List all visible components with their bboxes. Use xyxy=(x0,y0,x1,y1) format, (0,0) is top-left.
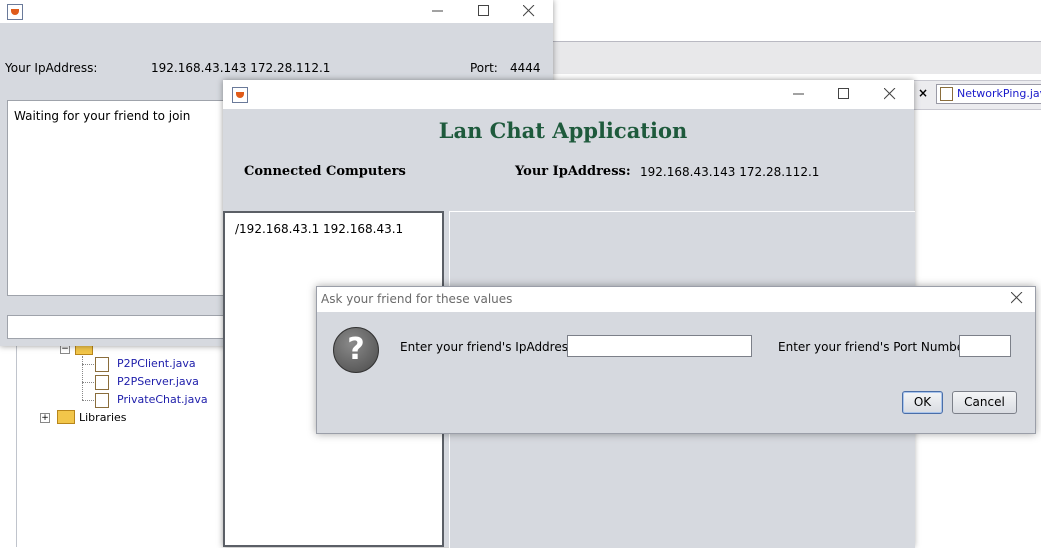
title-bar xyxy=(223,80,914,109)
port-prompt-label: Enter your friend's Port Number: xyxy=(778,340,973,354)
tree-item-p2pserver[interactable]: P2PServer.java xyxy=(117,375,199,388)
question-icon: ? xyxy=(333,327,379,373)
expand-icon[interactable]: + xyxy=(40,413,50,423)
close-button[interactable] xyxy=(507,0,553,23)
connected-computers-label: Connected Computers xyxy=(244,164,406,179)
chat-log-textarea[interactable]: Waiting for your friend to join xyxy=(7,100,225,296)
minimize-button[interactable] xyxy=(416,0,462,23)
tree-item-p2pclient[interactable]: P2PClient.java xyxy=(117,357,196,370)
tree-item-privatechat[interactable]: PrivateChat.java xyxy=(117,393,208,406)
java-file-icon xyxy=(95,375,109,390)
close-button[interactable] xyxy=(868,83,914,106)
close-icon xyxy=(1010,291,1023,304)
ip-value: 192.168.43.143 172.28.112.1 xyxy=(640,165,820,179)
maximize-button[interactable] xyxy=(462,0,508,23)
java-app-icon xyxy=(232,87,248,103)
close-icon xyxy=(523,5,535,17)
list-item[interactable]: /192.168.43.1 192.168.43.1 xyxy=(235,222,403,236)
waiting-message: Waiting for your friend to join xyxy=(14,109,191,123)
app-title: Lan Chat Application xyxy=(438,118,688,143)
close-icon xyxy=(884,88,896,100)
ip-label: Your IpAddress: xyxy=(515,164,631,179)
message-input[interactable] xyxy=(7,315,225,339)
libraries-folder-icon xyxy=(57,410,75,424)
dialog-title-bar: Ask your friend for these values xyxy=(317,287,1035,312)
tree-item-libraries[interactable]: Libraries xyxy=(79,411,127,424)
dialog-title: Ask your friend for these values xyxy=(321,292,513,306)
maximize-icon xyxy=(478,5,489,16)
tab-networkping[interactable]: NetworkPing.java xyxy=(936,84,1041,104)
java-app-icon xyxy=(7,4,23,20)
ide-toolbar-strip xyxy=(553,41,1041,74)
close-tab-icon[interactable]: × xyxy=(918,86,928,100)
title-bar xyxy=(0,0,553,23)
ip-label: Your IpAddress: xyxy=(5,61,98,75)
maximize-button[interactable] xyxy=(822,83,868,106)
maximize-icon xyxy=(838,88,849,99)
friend-port-input[interactable] xyxy=(959,335,1011,357)
friend-ip-input[interactable] xyxy=(567,335,752,357)
minimize-icon xyxy=(432,10,443,12)
minimize-icon xyxy=(793,93,804,95)
port-label: Port: xyxy=(470,61,498,75)
java-file-icon xyxy=(940,87,953,101)
project-tree: − P2PClient.java P2PServer.java PrivateC… xyxy=(16,340,225,547)
close-button[interactable] xyxy=(1010,291,1023,307)
java-main-file-icon xyxy=(95,393,109,408)
ip-value: 192.168.43.143 172.28.112.1 xyxy=(151,61,331,75)
ask-friend-dialog: Ask your friend for these values ? Enter… xyxy=(316,286,1036,434)
ip-prompt-label: Enter your friend's IpAddress: xyxy=(400,340,579,354)
ok-button[interactable]: OK xyxy=(902,391,943,414)
java-file-icon xyxy=(95,357,109,372)
port-value: 4444 xyxy=(510,61,541,75)
cancel-button[interactable]: Cancel xyxy=(952,391,1017,414)
minimize-button[interactable] xyxy=(777,83,823,106)
